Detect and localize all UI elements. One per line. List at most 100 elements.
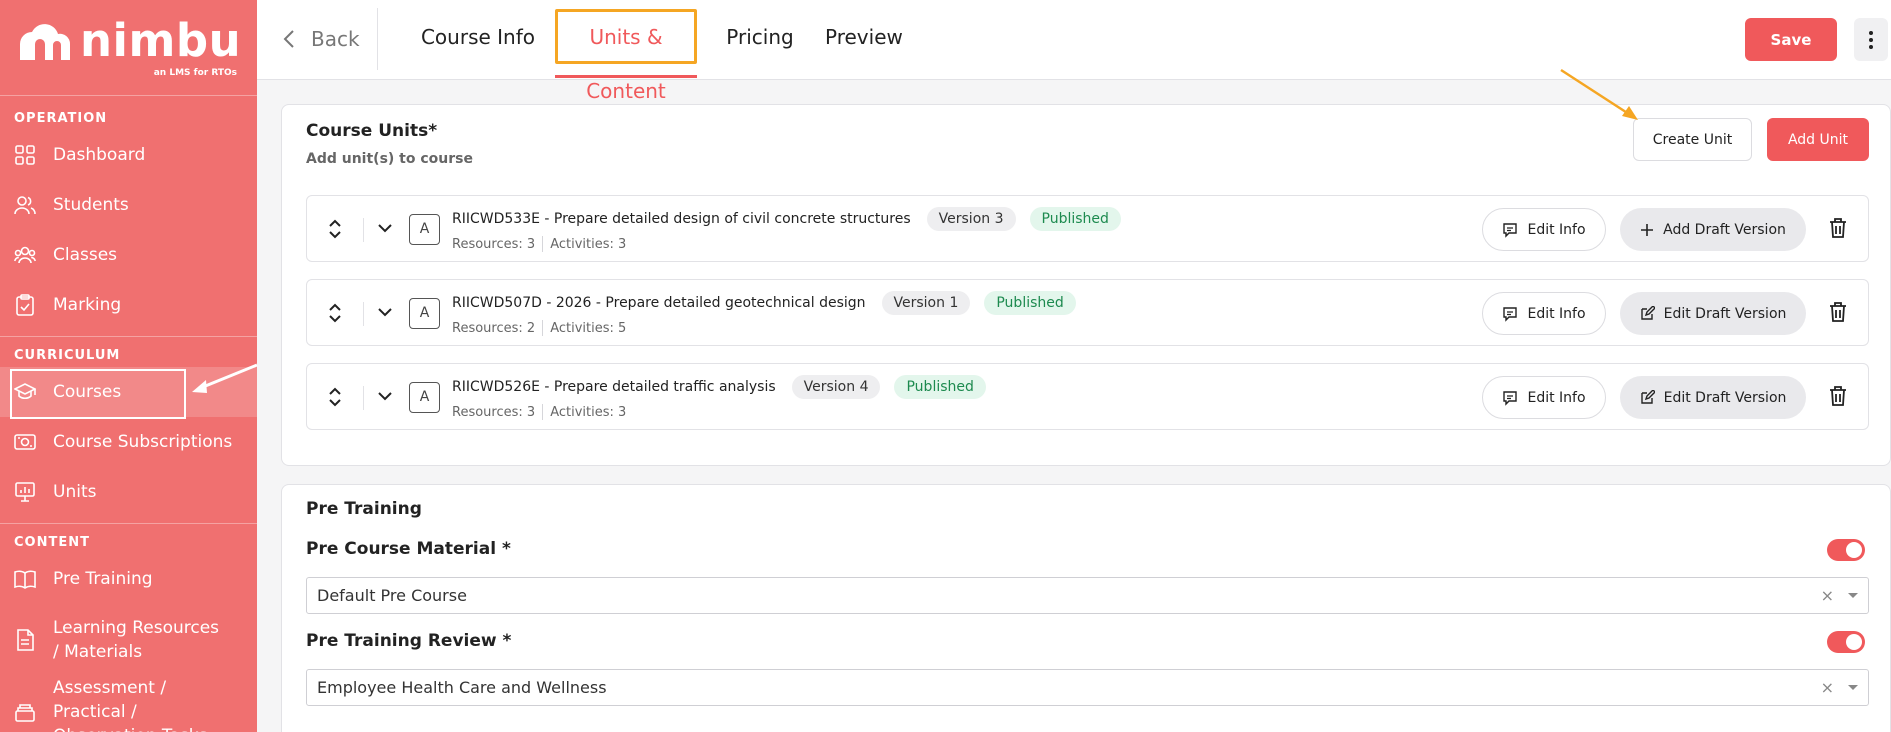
back-label: Back (311, 27, 360, 51)
divider (363, 302, 364, 326)
sidebar-item-marking[interactable]: Marking (0, 280, 257, 330)
message-icon (1503, 390, 1518, 406)
chevron-left-icon (283, 30, 294, 48)
edit-info-button[interactable]: Edit Info (1482, 292, 1606, 335)
pre-training-title: Pre Training (306, 499, 422, 519)
tab-label: Course Info (420, 25, 536, 49)
section-label-content: CONTENT (14, 535, 90, 550)
chevron-down-icon[interactable] (377, 388, 393, 404)
active-item-highlight (10, 369, 186, 419)
resources-count: Resources: 3 (452, 404, 536, 420)
create-unit-button[interactable]: Create Unit (1633, 118, 1752, 161)
clear-icon[interactable]: × (1821, 670, 1834, 705)
status-badge: Published (894, 375, 986, 399)
stack-icon (15, 704, 35, 722)
activities-count: Activities: 3 (550, 404, 627, 420)
more-vertical-icon (1869, 30, 1873, 49)
tab-highlight-box (555, 9, 697, 64)
sidebar-item-label: Marking (53, 295, 122, 315)
select-value: Default Pre Course (317, 586, 467, 605)
pre-training-review-label: Pre Training Review * (306, 631, 512, 651)
pre-course-material-toggle[interactable] (1827, 539, 1865, 561)
divider (542, 236, 544, 252)
clear-icon[interactable]: × (1821, 578, 1834, 613)
sidebar-item-label: Units (53, 482, 97, 502)
chevron-down-icon[interactable] (377, 304, 393, 320)
trash-icon[interactable] (1828, 217, 1848, 239)
pre-course-material-select[interactable]: Default Pre Course × (306, 577, 1869, 614)
sidebar-divider (0, 336, 257, 337)
tab-pricing[interactable]: Pricing (719, 10, 801, 78)
sidebar-item-label: Course Subscriptions (53, 432, 233, 452)
draft-button-label: Add Draft Version (1663, 221, 1786, 238)
edit-info-button[interactable]: Edit Info (1482, 208, 1606, 251)
users-icon (14, 196, 36, 215)
unit-type-badge: A (409, 298, 440, 329)
tab-preview[interactable]: Preview (825, 10, 903, 78)
caret-down-icon[interactable] (1848, 593, 1858, 598)
unit-row: A RIICWD526E - Prepare detailed traffic … (306, 363, 1869, 430)
sidebar-divider (0, 523, 257, 524)
unit-row: A RIICWD507D - 2026 - Prepare detailed g… (306, 279, 1869, 346)
resources-count: Resources: 3 (452, 236, 536, 252)
tab-label: Pricing (726, 25, 794, 49)
course-units-card: Course Units* Add unit(s) to course Crea… (281, 104, 1891, 466)
sidebar-item-classes[interactable]: Classes (0, 230, 257, 280)
trash-icon[interactable] (1828, 385, 1848, 407)
draft-button-label: Edit Draft Version (1663, 305, 1787, 322)
presentation-icon (15, 482, 35, 502)
logo[interactable]: nimbu an LMS for RTOs (0, 0, 257, 96)
sidebar-item-label: Dashboard (53, 145, 146, 165)
sidebar-item-label: Pre Training (53, 569, 153, 589)
reorder-handle-icon[interactable] (327, 302, 343, 324)
sidebar-item-learning-resources[interactable]: Learning Resources / Materials (0, 604, 257, 676)
add-draft-version-button[interactable]: Add Draft Version (1620, 208, 1806, 251)
unit-type-badge: A (409, 214, 440, 245)
top-bar: Back Course Info Units & Content Pricing… (257, 0, 1891, 103)
edit-info-button[interactable]: Edit Info (1482, 376, 1606, 419)
chevron-down-icon[interactable] (377, 220, 393, 236)
add-unit-button[interactable]: Add Unit (1767, 118, 1869, 161)
divider (363, 386, 364, 410)
section-label-operation: OPERATION (14, 111, 108, 126)
save-button[interactable]: Save (1745, 18, 1837, 61)
status-badge: Published (984, 291, 1076, 315)
grid-icon (15, 145, 35, 165)
tab-label: Preview (825, 25, 903, 49)
sidebar-item-units[interactable]: Units (0, 467, 257, 517)
pre-training-card: Pre Training Pre Course Material * Defau… (281, 484, 1891, 732)
book-open-icon (14, 570, 36, 589)
sidebar-item-students[interactable]: Students (0, 180, 257, 230)
pre-training-review-select[interactable]: Employee Health Care and Wellness × (306, 669, 1869, 706)
pencil-icon (1640, 390, 1655, 404)
edit-draft-version-button[interactable]: Edit Draft Version (1620, 376, 1806, 419)
unit-row: A RIICWD533E - Prepare detailed design o… (306, 195, 1869, 262)
divider (377, 8, 378, 70)
edit-info-label: Edit Info (1527, 305, 1586, 322)
activities-count: Activities: 3 (550, 236, 627, 252)
sidebar-item-dashboard[interactable]: Dashboard (0, 130, 257, 180)
resources-count: Resources: 2 (452, 320, 536, 336)
pre-training-review-toggle[interactable] (1827, 631, 1865, 653)
reorder-handle-icon[interactable] (327, 218, 343, 240)
active-tab-underline (555, 75, 697, 78)
edit-draft-version-button[interactable]: Edit Draft Version (1620, 292, 1806, 335)
reorder-handle-icon[interactable] (327, 386, 343, 408)
sidebar-item-pre-training[interactable]: Pre Training (0, 554, 257, 604)
sidebar-item-assessment-tasks[interactable]: Assessment / Practical / Observation Tas… (0, 676, 257, 732)
tab-course-info[interactable]: Course Info (419, 10, 537, 78)
back-button[interactable]: Back (283, 22, 360, 56)
more-options-button[interactable] (1854, 18, 1888, 61)
sidebar-item-courses[interactable]: Courses (0, 367, 257, 419)
sidebar-item-label: Assessment / Practical / Observation Tas… (53, 678, 207, 732)
subscription-icon (14, 434, 36, 450)
caret-down-icon[interactable] (1848, 685, 1858, 690)
unit-name: RIICWD507D - 2026 - Prepare detailed geo… (452, 295, 866, 311)
version-badge: Version 1 (881, 291, 971, 315)
divider (363, 218, 364, 242)
sidebar-item-course-subscriptions[interactable]: Course Subscriptions (0, 417, 257, 467)
course-units-title: Course Units* (306, 121, 438, 141)
trash-icon[interactable] (1828, 301, 1848, 323)
section-label-curriculum: CURRICULUM (14, 348, 121, 363)
pencil-icon (1640, 306, 1655, 320)
